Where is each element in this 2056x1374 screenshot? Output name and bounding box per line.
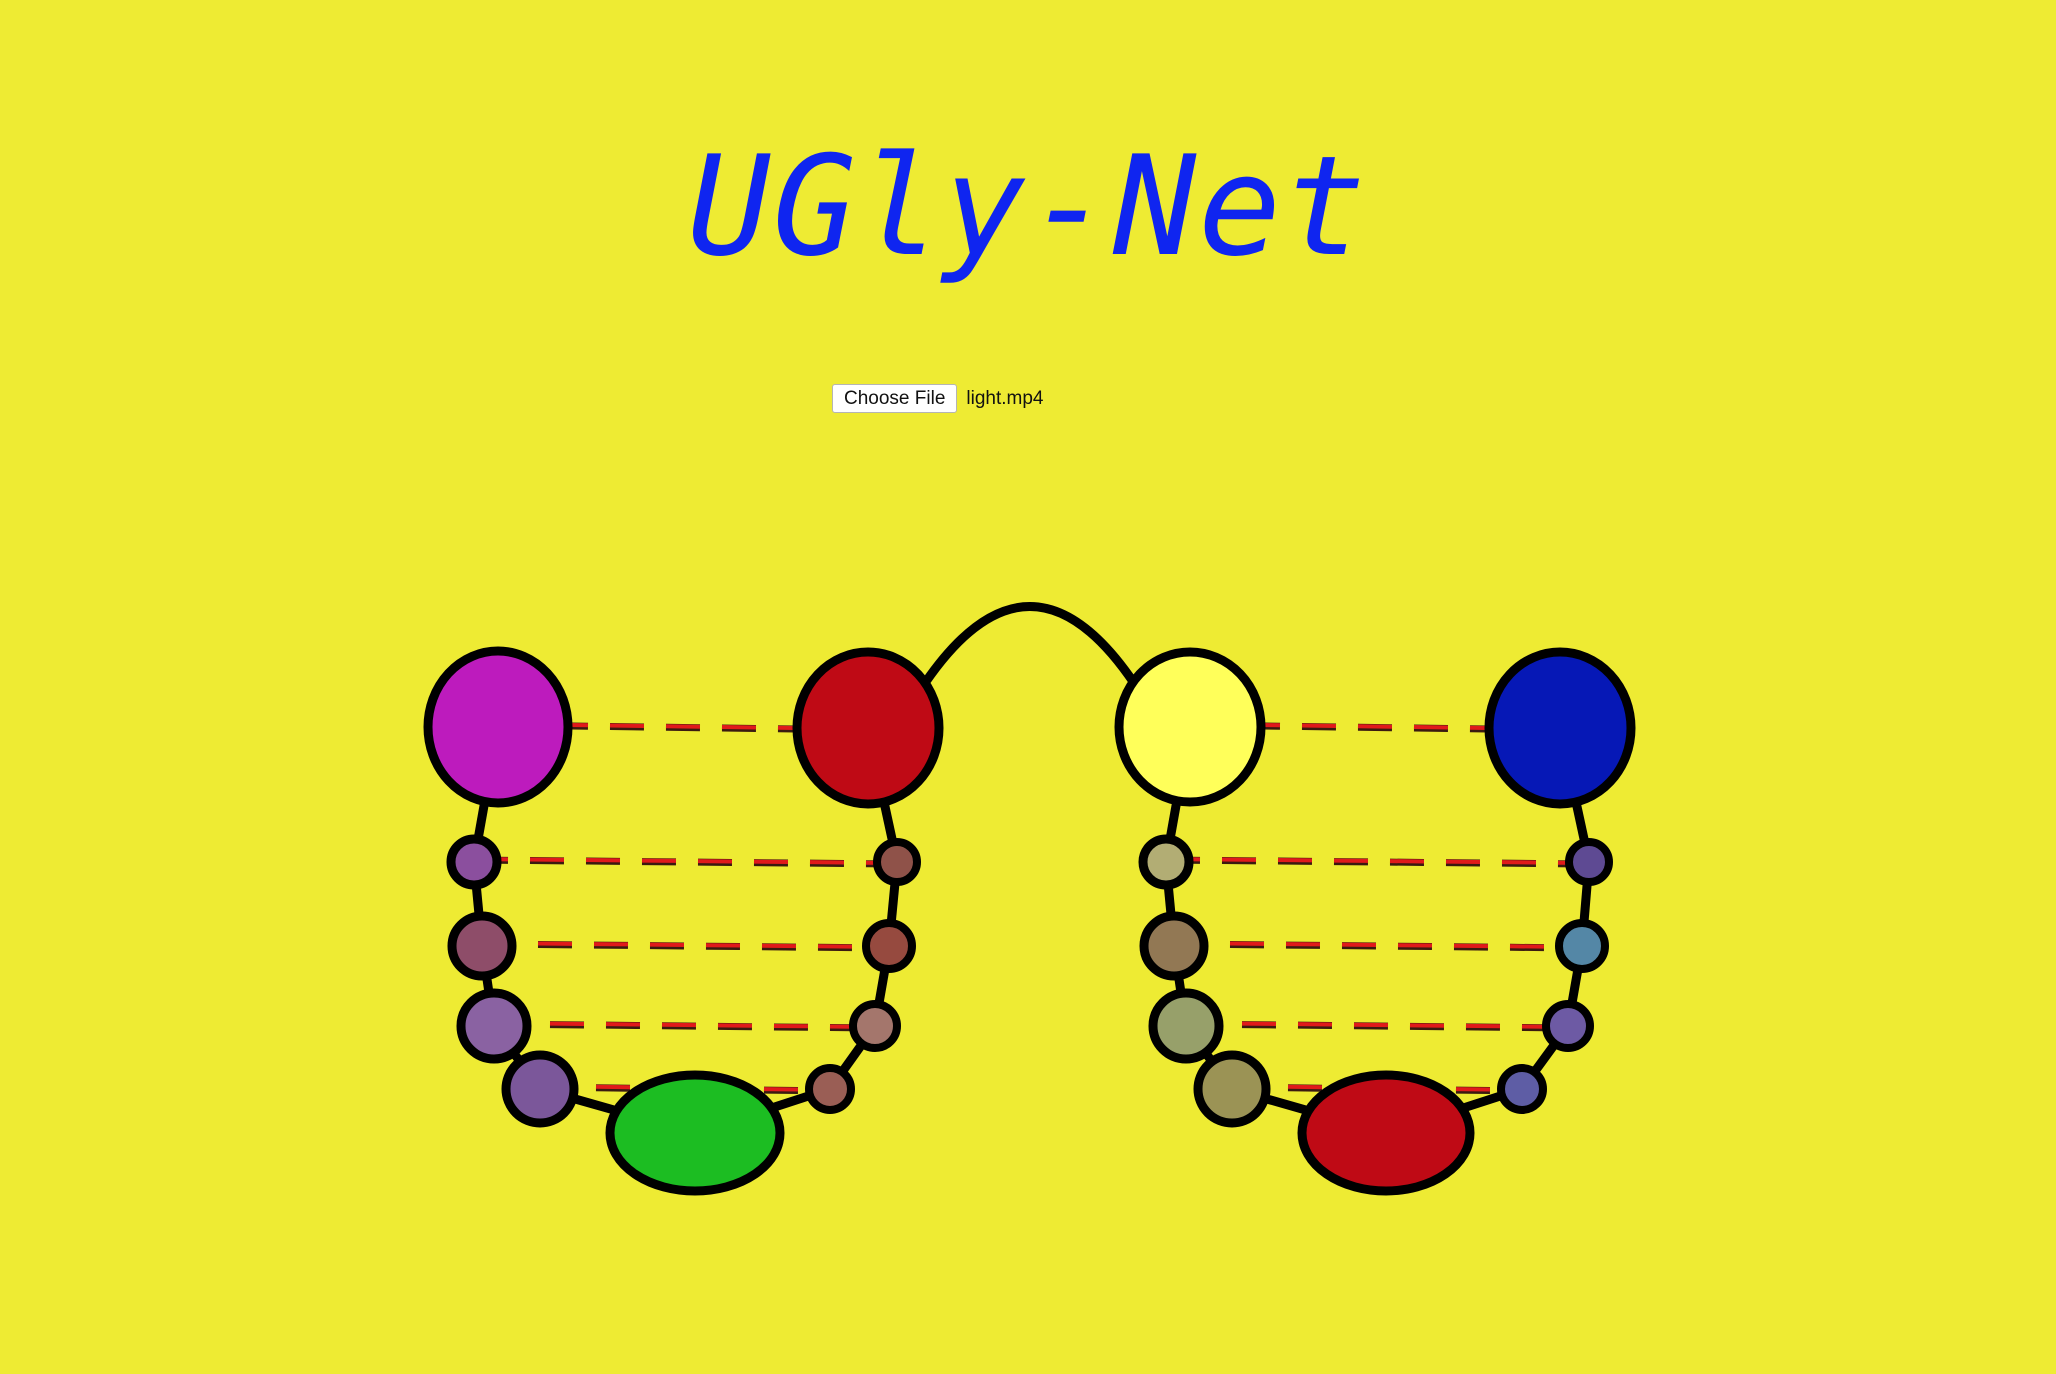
encoder-node xyxy=(447,911,517,981)
decoder-big-node xyxy=(792,647,944,809)
decoder-node xyxy=(1497,1064,1547,1114)
decoder-node xyxy=(849,1000,901,1052)
diagram-links xyxy=(469,602,1594,1138)
decoder-node xyxy=(873,838,921,886)
decoder-big-node xyxy=(1484,647,1636,809)
encoder-node xyxy=(1139,911,1209,981)
encoder-big-node xyxy=(423,646,573,808)
encoder-node xyxy=(456,988,532,1064)
decoder-node xyxy=(1542,1000,1594,1052)
encoder-node xyxy=(1138,834,1194,890)
page: UGly-Net Choose File light.mp4 xyxy=(0,0,2056,1374)
decoder-node xyxy=(1555,919,1609,973)
encoder-node xyxy=(1193,1050,1271,1128)
bottleneck-node xyxy=(1297,1070,1475,1196)
decoder-node xyxy=(805,1064,855,1114)
encoder-node xyxy=(501,1050,579,1128)
decoder-node xyxy=(1565,838,1613,886)
bridge-arc xyxy=(921,602,1138,686)
encoder-node xyxy=(1148,988,1224,1064)
encoder-big-node xyxy=(1114,647,1266,807)
bottleneck-node xyxy=(605,1070,785,1196)
unet-diagram xyxy=(423,602,1636,1196)
encoder-node xyxy=(446,834,502,890)
decoder-node xyxy=(862,919,916,973)
